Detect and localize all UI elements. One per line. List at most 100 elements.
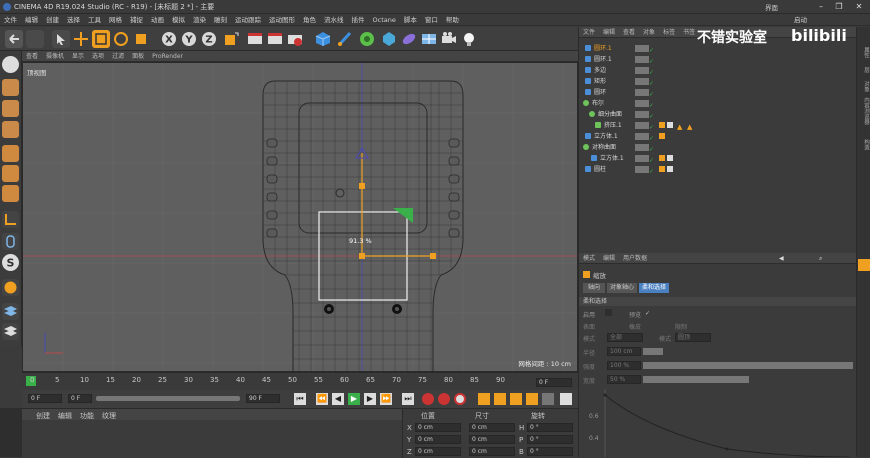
menu-character[interactable]: 角色 <box>299 14 320 26</box>
menu-render[interactable]: 渲染 <box>189 14 210 26</box>
enabled-check-icon[interactable]: ✓ <box>649 133 655 142</box>
tag-icon[interactable] <box>667 122 673 128</box>
viewport-menu-prorender[interactable]: ProRender <box>148 51 187 62</box>
menu-help[interactable]: 帮助 <box>442 14 463 26</box>
side-tab-structure[interactable]: 构造 <box>858 139 870 150</box>
object-row[interactable]: 圆环 ✓ <box>579 87 857 98</box>
material-menu-create[interactable]: 创建 <box>36 411 50 421</box>
menu-window[interactable]: 窗口 <box>421 14 442 26</box>
light-icon[interactable] <box>460 30 478 48</box>
record-icon[interactable] <box>422 393 434 405</box>
layer-icon[interactable] <box>2 323 19 340</box>
size-y-field[interactable]: 0 cm <box>469 435 515 444</box>
radius-slider[interactable] <box>643 348 663 355</box>
tag-icon[interactable]: ▲ <box>687 122 693 131</box>
scale-icon[interactable] <box>92 30 110 48</box>
snap-icon[interactable]: S <box>2 254 19 271</box>
texture-mode-icon[interactable] <box>2 100 19 117</box>
object-row[interactable]: 圆环.1 ✓ <box>579 43 857 54</box>
om-menu-tags[interactable]: 标签 <box>659 27 679 38</box>
redo-icon[interactable] <box>26 30 44 48</box>
y-axis-icon[interactable]: Y <box>180 30 198 48</box>
tab-object-axis[interactable]: 对象轴心 <box>607 283 637 293</box>
go-to-end-icon[interactable]: ⏭ <box>402 393 414 405</box>
move-icon[interactable] <box>72 30 90 48</box>
width-field[interactable]: 50 % <box>607 375 641 384</box>
close-icon[interactable]: ✕ <box>850 1 868 13</box>
points-mode-icon[interactable] <box>2 145 19 162</box>
position-x-field[interactable]: 0 cm <box>415 423 461 432</box>
tag-icon[interactable]: ▲ <box>677 122 683 131</box>
visibility-flags[interactable] <box>635 45 649 52</box>
viewport-menu-panel[interactable]: 面板 <box>128 51 148 62</box>
live-selection-icon[interactable] <box>52 30 70 48</box>
om-menu-objects[interactable]: 对象 <box>639 27 659 38</box>
enabled-check-icon[interactable]: ✓ <box>649 100 655 109</box>
material-menu-texture[interactable]: 纹理 <box>102 411 116 421</box>
nav-back-icon[interactable]: ◀ <box>775 253 788 264</box>
previous-key-icon[interactable]: ⏪ <box>316 393 328 405</box>
workplane-icon[interactable] <box>2 279 19 296</box>
visibility-flags[interactable] <box>635 67 649 74</box>
render-view-icon[interactable] <box>246 30 264 48</box>
strength-slider[interactable] <box>643 362 853 369</box>
width-slider[interactable] <box>643 376 749 383</box>
visibility-flags[interactable] <box>635 100 649 107</box>
key-pla-icon[interactable] <box>542 393 554 405</box>
range-slider[interactable] <box>96 396 240 401</box>
position-z-field[interactable]: 0 cm <box>415 447 461 456</box>
subdivision-surface-icon[interactable] <box>358 30 376 48</box>
step-back-icon[interactable]: ◀ <box>332 393 344 405</box>
keyframe-selection-icon[interactable] <box>454 393 466 405</box>
tag-icon[interactable] <box>659 166 665 172</box>
model-mode-icon[interactable] <box>2 79 19 96</box>
play-icon[interactable]: ▶ <box>348 393 360 405</box>
menu-plugins[interactable]: 插件 <box>348 14 369 26</box>
enabled-check-icon[interactable]: ✓ <box>649 111 655 120</box>
menu-select[interactable]: 选择 <box>63 14 84 26</box>
tag-icon[interactable] <box>659 122 665 128</box>
object-row[interactable]: 挤压.1 ✓ ▲ ▲ <box>579 120 857 131</box>
coordinate-system-icon[interactable] <box>222 30 240 48</box>
timeline-menu-icon[interactable] <box>560 393 572 405</box>
size-x-field[interactable]: 0 cm <box>469 423 515 432</box>
menu-motion-tracker[interactable]: 运动跟踪 <box>231 14 265 26</box>
range-end-field[interactable]: 90 F <box>246 394 280 403</box>
visibility-flags[interactable] <box>635 166 649 173</box>
object-row[interactable]: 圆柱 ✓ <box>579 164 857 175</box>
viewport-top-view[interactable]: 顶视图 91.3 % 网格间距 : 10 cm <box>22 62 578 372</box>
key-parameter-icon[interactable] <box>526 393 538 405</box>
enabled-check-icon[interactable]: ✓ <box>649 67 655 76</box>
visibility-flags[interactable] <box>635 133 649 140</box>
menu-tools[interactable]: 工具 <box>84 14 105 26</box>
visibility-flags[interactable] <box>635 89 649 96</box>
side-tab-attributes[interactable]: 属性 <box>858 47 870 58</box>
tag-icon[interactable] <box>667 166 673 172</box>
tab-soft-selection[interactable]: 柔和选择 <box>639 283 669 293</box>
menu-create[interactable]: 创建 <box>42 14 63 26</box>
next-key-icon[interactable]: ⏩ <box>380 393 392 405</box>
auto-key-icon[interactable] <box>438 393 450 405</box>
size-z-field[interactable]: 0 cm <box>469 447 515 456</box>
menu-pipeline[interactable]: 流水线 <box>320 14 348 26</box>
radius-field[interactable]: 100 cm <box>607 347 641 356</box>
side-tab-objects[interactable]: 对象 <box>858 81 870 92</box>
enabled-check-icon[interactable]: ✓ <box>649 122 655 131</box>
menu-mesh[interactable]: 网格 <box>105 14 126 26</box>
menu-octane[interactable]: Octane <box>369 14 400 26</box>
object-row[interactable]: 多边 ✓ <box>579 65 857 76</box>
spline-pen-icon[interactable] <box>336 30 354 48</box>
z-axis-icon[interactable]: Z <box>200 30 218 48</box>
material-menu-edit[interactable]: 编辑 <box>58 411 72 421</box>
side-tab-content-browser[interactable]: 内容浏览器 <box>858 97 870 125</box>
cube-icon[interactable] <box>314 30 332 48</box>
enabled-check-icon[interactable]: ✓ <box>649 144 655 153</box>
enabled-check-icon[interactable]: ✓ <box>649 155 655 164</box>
object-row[interactable]: 立方体.1 ✓ <box>579 131 857 142</box>
tweak-mode-icon[interactable] <box>2 233 19 250</box>
material-menu-function[interactable]: 功能 <box>80 411 94 421</box>
menu-snap[interactable]: 捕捉 <box>126 14 147 26</box>
undo-icon[interactable] <box>5 30 23 48</box>
edges-mode-icon[interactable] <box>2 165 19 182</box>
enabled-check-icon[interactable]: ✓ <box>649 89 655 98</box>
